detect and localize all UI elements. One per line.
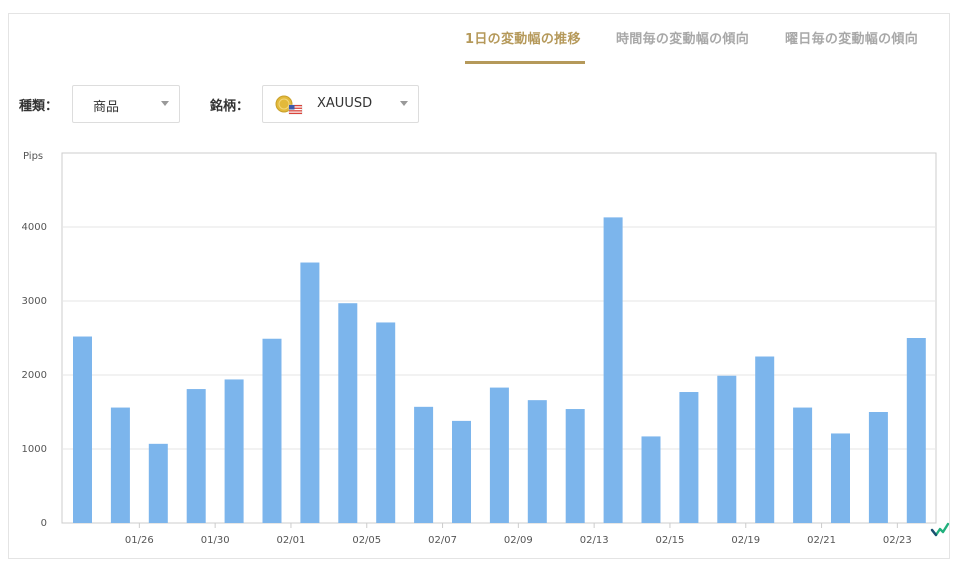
x-tick-label: 02/09 <box>504 535 533 546</box>
x-tick-label: 02/21 <box>807 535 836 546</box>
bar <box>755 356 775 523</box>
x-tick-label: 02/01 <box>277 535 306 546</box>
bar <box>489 387 509 523</box>
bar <box>603 217 623 523</box>
y-tick-label: 3000 <box>22 296 47 307</box>
bar <box>73 336 92 523</box>
daily-range-bar-chart: 0 1000 2000 3000 4000 Pips 01/26 01/30 02/01 02/0… <box>22 151 937 546</box>
y-tick-label: 2000 <box>22 370 47 381</box>
y-tick-label: 4000 <box>22 222 47 233</box>
bar <box>906 338 926 523</box>
x-tick-label: 02/19 <box>731 535 760 546</box>
bar <box>565 409 585 523</box>
bar <box>679 392 699 523</box>
x-tick-label: 01/30 <box>201 535 230 546</box>
bar <box>262 338 282 523</box>
bar <box>224 379 244 523</box>
y-tick-label: 0 <box>41 518 47 529</box>
bar <box>452 420 471 523</box>
logo-icon <box>930 522 950 537</box>
x-tick-label: 02/07 <box>428 535 457 546</box>
bar <box>148 443 168 523</box>
bar <box>376 322 396 523</box>
y-axis-title: Pips <box>23 151 43 162</box>
bar <box>110 407 130 523</box>
bar <box>527 400 547 523</box>
x-tick-label: 02/05 <box>352 535 381 546</box>
bar <box>186 389 206 523</box>
bar <box>831 433 850 523</box>
bar <box>868 412 888 523</box>
bar <box>717 375 737 523</box>
x-tick-label: 02/13 <box>580 535 609 546</box>
bar <box>414 406 434 523</box>
bar <box>338 303 358 523</box>
bar <box>300 262 320 523</box>
x-tick-label: 02/23 <box>883 535 912 546</box>
x-tick-label: 02/15 <box>656 535 685 546</box>
y-tick-label: 1000 <box>22 444 47 455</box>
x-tick-label: 01/26 <box>125 535 154 546</box>
bar <box>793 407 813 523</box>
bar <box>641 436 661 523</box>
